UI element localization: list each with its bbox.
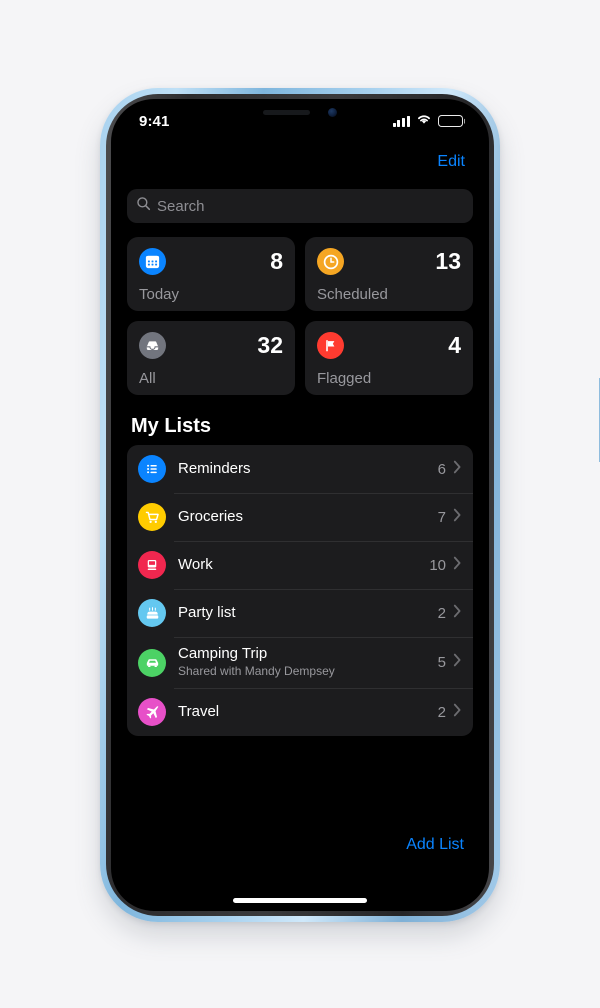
summary-count: 32 [257,332,283,358]
list-item-title: Party list [178,604,236,621]
list-item-count: 5 [437,654,446,671]
chevron-right-icon [453,703,462,722]
list-item-work[interactable]: Work 10 [127,541,473,589]
list-item-text: Reminders [178,460,438,478]
chevron-right-icon [453,460,462,479]
clock-icon [317,248,344,275]
flag-icon [317,332,344,359]
search-input[interactable]: Search [127,189,473,223]
summary-label: Scheduled [317,286,388,303]
list-item-title: Travel [178,703,220,720]
battery-icon [438,115,466,127]
add-list-button[interactable]: Add List [403,833,467,857]
car-icon [138,648,166,677]
home-indicator[interactable] [233,898,367,903]
my-lists-heading: My Lists [131,415,212,437]
list-item-text: Travel [178,703,438,721]
list-item-text: Groceries [178,508,438,526]
list-item-text: Camping Trip Shared with Mandy Dempsey [178,645,438,679]
summary-card-all[interactable]: 32 All [127,321,295,395]
chevron-right-icon [453,604,462,623]
list-item-title: Groceries [178,508,244,525]
list-item-groceries[interactable]: Groceries 7 [127,493,473,541]
summary-card-flagged[interactable]: 4 Flagged [305,321,473,395]
earpiece-speaker-icon [263,110,310,115]
computer-monitor-icon [138,551,166,579]
list-item-title: Camping Trip [178,645,268,663]
front-camera-icon [328,108,337,117]
summary-card-today[interactable]: 8 Today [127,237,295,311]
list-item-title: Reminders [178,460,251,477]
shopping-cart-icon [138,503,166,531]
list-item-party-list[interactable]: Party list 2 [127,589,473,637]
status-bar-time: 9:41 [139,112,170,130]
list-item-count: 7 [437,508,446,526]
status-bar-icons [392,112,466,130]
summary-count: 4 [448,332,461,358]
list-item-camping-trip[interactable]: Camping Trip Shared with Mandy Dempsey 5 [127,637,473,688]
search-icon [136,196,151,216]
list-item-travel[interactable]: Travel 2 [127,688,473,736]
list-item-count: 10 [429,556,446,574]
list-item-subtitle: Shared with Mandy Dempsey [178,664,335,679]
chevron-right-icon [453,556,462,575]
calendar-icon [139,248,166,275]
chevron-right-icon [453,508,462,527]
summary-label: Flagged [317,370,372,387]
reminders-app: Edit Search 8 Today 13 Scheduled 32 All … [111,143,489,911]
list-item-text: Work [178,556,429,574]
search-placeholder: Search [157,197,205,215]
navigation-bar: Edit [111,143,489,179]
summary-card-scheduled[interactable]: 13 Scheduled [305,237,473,311]
list-item-count: 2 [437,604,446,622]
summary-count: 8 [270,248,283,274]
signal-bars-icon [392,115,410,127]
summary-label: All [139,370,156,387]
phone-screen: 9:41 Edit Search 8 Today 13 Scheduled 32… [111,99,489,911]
notch [217,99,383,126]
list-item-count: 6 [437,460,446,478]
add-list-bar: Add List [403,833,467,857]
inbox-icon [139,332,166,359]
phone-frame: 9:41 Edit Search 8 Today 13 Scheduled 32… [100,88,600,922]
summary-cards-grid: 8 Today 13 Scheduled 32 All 4 Flagged [127,237,473,395]
edit-button[interactable]: Edit [435,151,467,173]
my-lists-container: Reminders 6 Groceries 7 Work 10 Party li… [127,445,473,736]
list-item-text: Party list [178,604,438,622]
summary-label: Today [139,286,180,303]
wifi-icon [416,112,432,130]
list-item-count: 2 [437,703,446,721]
birthday-cake-icon [138,599,166,627]
summary-count: 13 [435,248,461,274]
chevron-right-icon [453,653,462,672]
airplane-icon [138,698,166,726]
list-item-reminders[interactable]: Reminders 6 [127,445,473,493]
list-bullet-icon [138,455,166,483]
list-item-title: Work [178,556,213,573]
